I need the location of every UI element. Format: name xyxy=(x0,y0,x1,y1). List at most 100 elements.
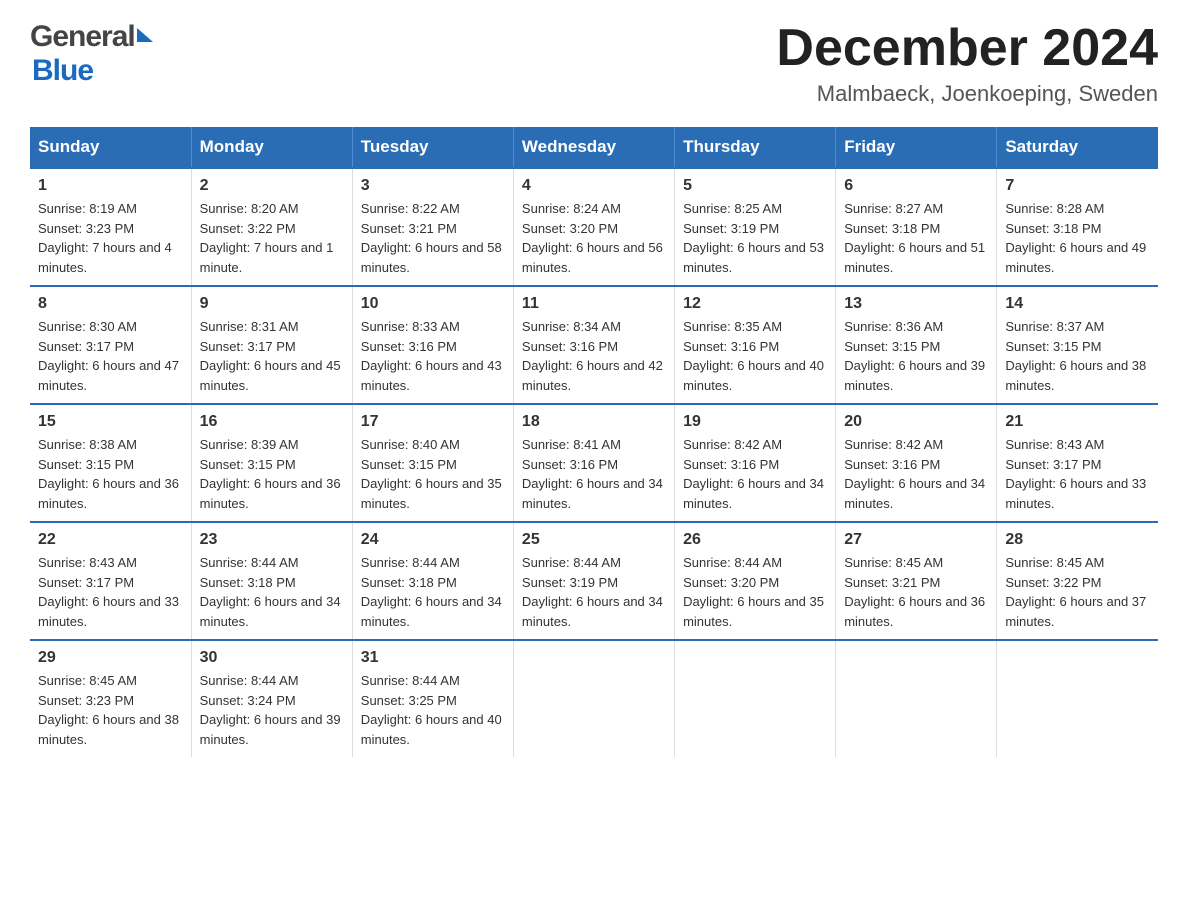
day-number: 19 xyxy=(683,413,827,431)
day-info: Sunrise: 8:25 AMSunset: 3:19 PMDaylight:… xyxy=(683,199,827,277)
calendar-cell: 16Sunrise: 8:39 AMSunset: 3:15 PMDayligh… xyxy=(191,404,352,522)
day-number: 27 xyxy=(844,531,988,549)
calendar-cell xyxy=(836,640,997,757)
weekday-header-sunday: Sunday xyxy=(30,127,191,168)
calendar-cell: 29Sunrise: 8:45 AMSunset: 3:23 PMDayligh… xyxy=(30,640,191,757)
calendar-cell xyxy=(675,640,836,757)
calendar-cell: 18 Sunrise: 8:41 AMSunset: 3:16 PMDayligh… xyxy=(513,404,674,522)
calendar-week-row: 8 Sunrise: 8:30 AMSunset: 3:17 PMDaylight… xyxy=(30,286,1158,404)
calendar-cell: 21 Sunrise: 8:43 AMSunset: 3:17 PMDayligh… xyxy=(997,404,1158,522)
calendar-header: SundayMondayTuesdayWednesdayThursdayFrid… xyxy=(30,127,1158,168)
day-info: Sunrise: 8:43 AMSunset: 3:17 PMDaylight:… xyxy=(38,553,183,631)
day-number: 17 xyxy=(361,413,505,431)
calendar-week-row: 1 Sunrise: 8:19 AMSunset: 3:23 PMDaylight… xyxy=(30,168,1158,286)
day-number: 18 xyxy=(522,413,666,431)
day-number: 13 xyxy=(844,295,988,313)
calendar-cell: 13 Sunrise: 8:36 AMSunset: 3:15 PMDayligh… xyxy=(836,286,997,404)
weekday-header-friday: Friday xyxy=(836,127,997,168)
calendar-cell: 15 Sunrise: 8:38 AMSunset: 3:15 PMDayligh… xyxy=(30,404,191,522)
day-info: Sunrise: 8:30 AMSunset: 3:17 PMDaylight:… xyxy=(38,317,183,395)
day-info: Sunrise: 8:44 AMSunset: 3:24 PMDaylight:… xyxy=(200,671,344,749)
day-info: Sunrise: 8:22 AMSunset: 3:21 PMDaylight:… xyxy=(361,199,505,277)
calendar-cell: 4 Sunrise: 8:24 AMSunset: 3:20 PMDaylight… xyxy=(513,168,674,286)
logo: General Blue xyxy=(30,20,153,88)
calendar-cell: 23Sunrise: 8:44 AMSunset: 3:18 PMDayligh… xyxy=(191,522,352,640)
calendar-cell: 28 Sunrise: 8:45 AMSunset: 3:22 PMDayligh… xyxy=(997,522,1158,640)
day-info: Sunrise: 8:45 AMSunset: 3:22 PMDaylight:… xyxy=(1005,553,1150,631)
calendar-cell: 7Sunrise: 8:28 AMSunset: 3:18 PMDaylight… xyxy=(997,168,1158,286)
day-info: Sunrise: 8:19 AMSunset: 3:23 PMDaylight:… xyxy=(38,199,183,277)
day-info: Sunrise: 8:42 AMSunset: 3:16 PMDaylight:… xyxy=(683,435,827,513)
day-info: Sunrise: 8:44 AMSunset: 3:25 PMDaylight:… xyxy=(361,671,505,749)
day-info: Sunrise: 8:45 AMSunset: 3:21 PMDaylight:… xyxy=(844,553,988,631)
calendar-cell: 1 Sunrise: 8:19 AMSunset: 3:23 PMDaylight… xyxy=(30,168,191,286)
weekday-header-wednesday: Wednesday xyxy=(513,127,674,168)
day-number: 29 xyxy=(38,649,183,667)
weekday-header-saturday: Saturday xyxy=(997,127,1158,168)
month-title: December 2024 xyxy=(776,20,1158,77)
calendar-cell: 8 Sunrise: 8:30 AMSunset: 3:17 PMDaylight… xyxy=(30,286,191,404)
calendar-cell: 19 Sunrise: 8:42 AMSunset: 3:16 PMDayligh… xyxy=(675,404,836,522)
day-info: Sunrise: 8:44 AMSunset: 3:19 PMDaylight:… xyxy=(522,553,666,631)
day-info: Sunrise: 8:43 AMSunset: 3:17 PMDaylight:… xyxy=(1005,435,1150,513)
day-number: 9 xyxy=(200,295,344,313)
day-number: 15 xyxy=(38,413,183,431)
day-number: 5 xyxy=(683,177,827,195)
day-info: Sunrise: 8:37 AMSunset: 3:15 PMDaylight:… xyxy=(1005,317,1150,395)
calendar-cell: 22Sunrise: 8:43 AMSunset: 3:17 PMDayligh… xyxy=(30,522,191,640)
day-number: 8 xyxy=(38,295,183,313)
day-info: Sunrise: 8:36 AMSunset: 3:15 PMDaylight:… xyxy=(844,317,988,395)
day-number: 28 xyxy=(1005,531,1150,549)
day-info: Sunrise: 8:33 AMSunset: 3:16 PMDaylight:… xyxy=(361,317,505,395)
day-number: 26 xyxy=(683,531,827,549)
weekday-header-tuesday: Tuesday xyxy=(352,127,513,168)
day-number: 4 xyxy=(522,177,666,195)
day-number: 14 xyxy=(1005,295,1150,313)
day-info: Sunrise: 8:44 AMSunset: 3:20 PMDaylight:… xyxy=(683,553,827,631)
calendar-cell: 25 Sunrise: 8:44 AMSunset: 3:19 PMDayligh… xyxy=(513,522,674,640)
calendar-cell: 5 Sunrise: 8:25 AMSunset: 3:19 PMDaylight… xyxy=(675,168,836,286)
day-number: 30 xyxy=(200,649,344,667)
calendar-cell: 10 Sunrise: 8:33 AMSunset: 3:16 PMDayligh… xyxy=(352,286,513,404)
day-info: Sunrise: 8:44 AMSunset: 3:18 PMDaylight:… xyxy=(361,553,505,631)
calendar-cell: 20 Sunrise: 8:42 AMSunset: 3:16 PMDayligh… xyxy=(836,404,997,522)
day-info: Sunrise: 8:42 AMSunset: 3:16 PMDaylight:… xyxy=(844,435,988,513)
day-number: 12 xyxy=(683,295,827,313)
day-info: Sunrise: 8:38 AMSunset: 3:15 PMDaylight:… xyxy=(38,435,183,513)
weekday-header-thursday: Thursday xyxy=(675,127,836,168)
day-info: Sunrise: 8:20 AMSunset: 3:22 PMDaylight:… xyxy=(200,199,344,277)
calendar-cell: 14 Sunrise: 8:37 AMSunset: 3:15 PMDayligh… xyxy=(997,286,1158,404)
day-number: 20 xyxy=(844,413,988,431)
day-info: Sunrise: 8:28 AMSunset: 3:18 PMDaylight:… xyxy=(1005,199,1150,277)
day-number: 25 xyxy=(522,531,666,549)
calendar-week-row: 15 Sunrise: 8:38 AMSunset: 3:15 PMDayligh… xyxy=(30,404,1158,522)
calendar-cell: 6 Sunrise: 8:27 AMSunset: 3:18 PMDaylight… xyxy=(836,168,997,286)
day-number: 31 xyxy=(361,649,505,667)
day-number: 24 xyxy=(361,531,505,549)
weekday-header-monday: Monday xyxy=(191,127,352,168)
day-number: 21 xyxy=(1005,413,1150,431)
calendar-cell: 30 Sunrise: 8:44 AMSunset: 3:24 PMDayligh… xyxy=(191,640,352,757)
day-number: 6 xyxy=(844,177,988,195)
calendar-cell: 11Sunrise: 8:34 AMSunset: 3:16 PMDayligh… xyxy=(513,286,674,404)
title-section: December 2024 Malmbaeck, Joenkoeping, Sw… xyxy=(776,20,1158,107)
calendar-cell: 27 Sunrise: 8:45 AMSunset: 3:21 PMDayligh… xyxy=(836,522,997,640)
calendar-cell xyxy=(513,640,674,757)
day-number: 10 xyxy=(361,295,505,313)
calendar-cell: 24 Sunrise: 8:44 AMSunset: 3:18 PMDayligh… xyxy=(352,522,513,640)
day-info: Sunrise: 8:24 AMSunset: 3:20 PMDaylight:… xyxy=(522,199,666,277)
calendar-cell: 9 Sunrise: 8:31 AMSunset: 3:17 PMDaylight… xyxy=(191,286,352,404)
day-info: Sunrise: 8:40 AMSunset: 3:15 PMDaylight:… xyxy=(361,435,505,513)
day-info: Sunrise: 8:44 AMSunset: 3:18 PMDaylight:… xyxy=(200,553,344,631)
day-info: Sunrise: 8:31 AMSunset: 3:17 PMDaylight:… xyxy=(200,317,344,395)
page-header: General Blue December 2024 Malmbaeck, Jo… xyxy=(30,20,1158,107)
calendar-table: SundayMondayTuesdayWednesdayThursdayFrid… xyxy=(30,127,1158,757)
day-info: Sunrise: 8:41 AMSunset: 3:16 PMDaylight:… xyxy=(522,435,666,513)
day-number: 1 xyxy=(38,177,183,195)
logo-arrow-icon xyxy=(137,28,153,42)
day-info: Sunrise: 8:39 AMSunset: 3:15 PMDaylight:… xyxy=(200,435,344,513)
day-info: Sunrise: 8:35 AMSunset: 3:16 PMDaylight:… xyxy=(683,317,827,395)
logo-blue-text: Blue xyxy=(32,54,93,87)
calendar-week-row: 22Sunrise: 8:43 AMSunset: 3:17 PMDayligh… xyxy=(30,522,1158,640)
day-info: Sunrise: 8:27 AMSunset: 3:18 PMDaylight:… xyxy=(844,199,988,277)
